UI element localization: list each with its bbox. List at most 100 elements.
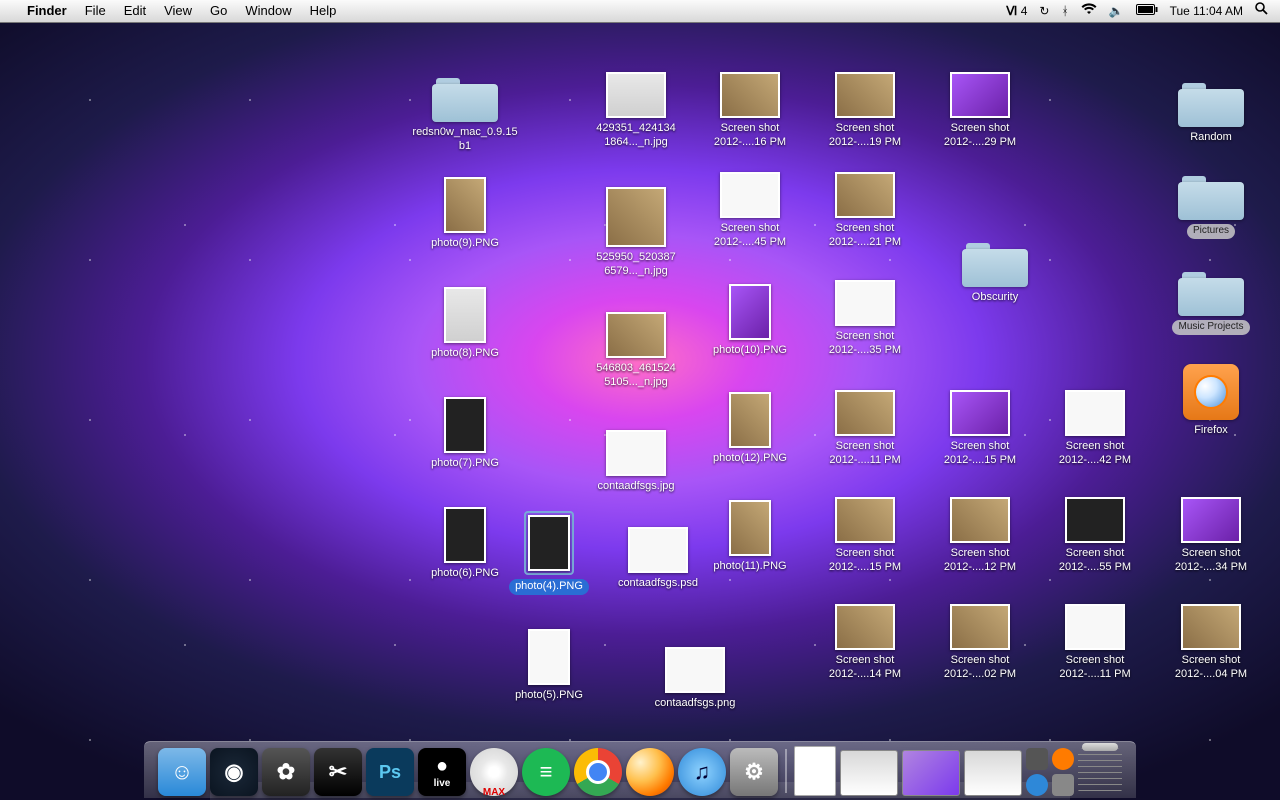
desktop-item[interactable]: Screen shot 2012-....42 PM — [1040, 390, 1150, 468]
dock-app-ableton-live[interactable]: ●live — [418, 748, 466, 796]
folder-icon — [432, 72, 498, 122]
desktop-item[interactable]: Screen shot 2012-....21 PM — [810, 172, 920, 250]
menu-go[interactable]: Go — [201, 0, 236, 22]
file-thumbnail — [835, 172, 895, 218]
file-thumbnail — [835, 604, 895, 650]
dock-item-minimized-window[interactable] — [840, 750, 898, 796]
desktop-item-label: photo(5).PNG — [515, 689, 583, 703]
dock-app-final-cut-pro[interactable]: ✂ — [314, 748, 362, 796]
desktop-item[interactable]: Screen shot 2012-....15 PM — [810, 497, 920, 575]
desktop[interactable]: redsn0w_mac_0.9.15b1 photo(9).PNG photo(8)… — [0, 22, 1280, 800]
desktop-item[interactable]: Screen shot 2012-....35 PM — [810, 280, 920, 358]
desktop-item[interactable]: 429351_424134 1864..._n.jpg — [581, 72, 691, 150]
timemachine-icon[interactable]: ↻ — [1033, 0, 1055, 22]
file-thumbnail — [729, 392, 771, 448]
desktop-item-label: Screen shot 2012-....14 PM — [810, 654, 920, 682]
desktop-item-label: Screen shot 2012-....19 PM — [810, 122, 920, 150]
desktop-item[interactable]: photo(5).PNG — [494, 629, 604, 703]
desktop-item-label: Screen shot 2012-....35 PM — [810, 330, 920, 358]
dock-app-system-preferences[interactable]: ⚙ — [730, 748, 778, 796]
file-thumbnail — [1065, 390, 1125, 436]
battery-icon[interactable] — [1130, 0, 1164, 22]
desktop-item[interactable]: Screen shot 2012-....14 PM — [810, 604, 920, 682]
desktop-item-label: photo(6).PNG — [431, 567, 499, 581]
desktop-item[interactable]: redsn0w_mac_0.9.15b1 — [410, 72, 520, 154]
folder-icon — [962, 237, 1028, 287]
file-thumbnail — [1065, 497, 1125, 543]
desktop-item[interactable]: photo(10).PNG — [695, 284, 805, 358]
dock-item-minimized-window[interactable] — [964, 750, 1022, 796]
desktop-item[interactable]: Screen shot 2012-....16 PM — [695, 72, 805, 150]
desktop-item[interactable]: Screen shot 2012-....11 PM — [1040, 604, 1150, 682]
desktop-item[interactable]: photo(12).PNG — [695, 392, 805, 466]
drive-icon — [1183, 364, 1239, 420]
desktop-item[interactable]: 525950_520387 6579..._n.jpg — [581, 187, 691, 279]
desktop-item[interactable]: Screen shot 2012-....29 PM — [925, 72, 1035, 150]
dock-separator — [785, 749, 787, 793]
spotlight-icon[interactable] — [1249, 0, 1274, 22]
desktop-item-label: Screen shot 2012-....15 PM — [810, 547, 920, 575]
desktop-item-label: contaadfsgs.png — [655, 697, 736, 711]
desktop-item[interactable]: photo(4).PNG — [494, 511, 604, 595]
desktop-item[interactable]: Screen shot 2012-....19 PM — [810, 72, 920, 150]
desktop-item[interactable]: Pictures — [1156, 170, 1266, 239]
desktop-item[interactable]: Screen shot 2012-....55 PM — [1040, 497, 1150, 575]
app-menu[interactable]: Finder — [18, 0, 76, 22]
dock-app-spotify[interactable]: ≡ — [522, 748, 570, 796]
desktop-item[interactable]: Screen shot 2012-....45 PM — [695, 172, 805, 250]
file-thumbnail — [606, 187, 666, 247]
desktop-item[interactable]: contaadfsgs.jpg — [581, 430, 691, 494]
menu-file[interactable]: File — [76, 0, 115, 22]
dock-item-document[interactable] — [794, 746, 836, 796]
dock-app-chrome[interactable] — [574, 748, 622, 796]
volume-icon[interactable]: 🔈 — [1103, 0, 1130, 22]
file-thumbnail — [606, 72, 666, 118]
desktop-item-label: Screen shot 2012-....04 PM — [1156, 654, 1266, 682]
desktop-item[interactable]: photo(9).PNG — [410, 177, 520, 251]
menu-help[interactable]: Help — [301, 0, 346, 22]
dock-item-minimized-window[interactable] — [902, 750, 960, 796]
bluetooth-icon[interactable]: ᚼ — [1055, 0, 1074, 22]
dock-app-disc[interactable] — [470, 748, 518, 796]
desktop-item-label: photo(7).PNG — [431, 457, 499, 471]
dock-app-finder[interactable]: ☺ — [158, 748, 206, 796]
desktop-item[interactable]: Screen shot 2012-....02 PM — [925, 604, 1035, 682]
dock-app-steam[interactable]: ◉ — [210, 748, 258, 796]
adobe-menu-icon[interactable]: Ⅵ 4 — [1000, 0, 1033, 22]
dock-item-trash[interactable] — [1078, 748, 1122, 796]
desktop-item[interactable]: Screen shot 2012-....04 PM — [1156, 604, 1266, 682]
file-thumbnail — [950, 604, 1010, 650]
file-thumbnail — [835, 497, 895, 543]
desktop-item[interactable]: photo(11).PNG — [695, 500, 805, 574]
desktop-item[interactable]: contaadfsgs.png — [640, 647, 750, 711]
file-thumbnail — [606, 430, 666, 476]
desktop-item[interactable]: photo(8).PNG — [410, 287, 520, 361]
file-thumbnail — [528, 515, 570, 571]
file-thumbnail — [444, 507, 486, 563]
clock[interactable]: Tue 11:04 AM — [1164, 0, 1249, 22]
menu-edit[interactable]: Edit — [115, 0, 155, 22]
menu-view[interactable]: View — [155, 0, 201, 22]
dock-app-itunes[interactable]: ♫ — [678, 748, 726, 796]
desktop-item[interactable]: Random — [1156, 77, 1266, 145]
dock-app-photoshop[interactable]: Ps — [366, 748, 414, 796]
dock-item-downloads-stack[interactable] — [1026, 748, 1074, 796]
file-thumbnail — [606, 312, 666, 358]
desktop-item[interactable]: Screen shot 2012-....15 PM — [925, 390, 1035, 468]
desktop-item[interactable]: Music Projects — [1156, 266, 1266, 335]
wifi-icon[interactable] — [1075, 0, 1103, 22]
desktop-item[interactable]: Screen shot 2012-....11 PM — [810, 390, 920, 468]
desktop-item-label: Screen shot 2012-....42 PM — [1040, 440, 1150, 468]
dock-app-iphoto[interactable]: ✿ — [262, 748, 310, 796]
menu-window[interactable]: Window — [236, 0, 300, 22]
desktop-item[interactable]: Firefox — [1156, 364, 1266, 438]
desktop-item[interactable]: photo(7).PNG — [410, 397, 520, 471]
desktop-item-label: 546803_461524 5105..._n.jpg — [581, 362, 691, 390]
desktop-item[interactable]: 546803_461524 5105..._n.jpg — [581, 312, 691, 390]
desktop-item[interactable]: Obscurity — [940, 237, 1050, 305]
desktop-item[interactable]: Screen shot 2012-....34 PM — [1156, 497, 1266, 575]
desktop-item[interactable]: Screen shot 2012-....12 PM — [925, 497, 1035, 575]
dock-app-firefox[interactable] — [626, 748, 674, 796]
file-thumbnail — [729, 284, 771, 340]
desktop-item-label: contaadfsgs.jpg — [597, 480, 674, 494]
